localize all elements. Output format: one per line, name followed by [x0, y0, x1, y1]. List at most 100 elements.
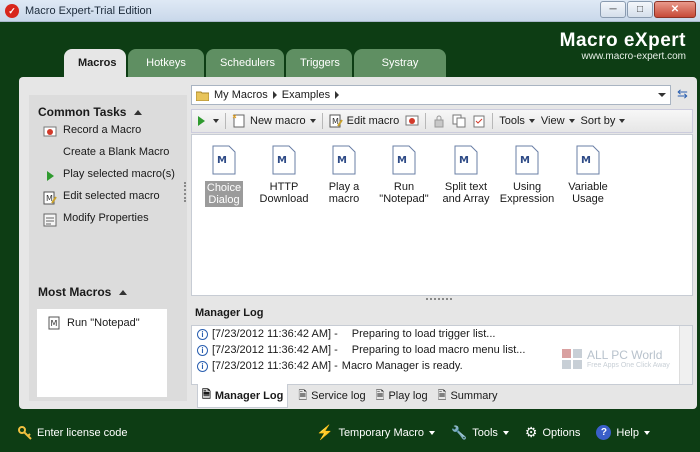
lightning-icon: ⚡ [316, 424, 334, 440]
svg-text:M: M [520, 155, 530, 166]
tab-schedulers[interactable]: Schedulers [206, 49, 284, 77]
chevron-down-icon [429, 430, 436, 435]
macro-label: Using Expression [499, 181, 555, 205]
options-button[interactable]: ⚙ Options [525, 424, 580, 441]
record-icon[interactable] [405, 114, 419, 128]
clipboard-icon[interactable] [472, 114, 486, 128]
breadcrumb[interactable]: My Macros Examples [191, 85, 671, 105]
bottom-bar: Enter license code ⚡ Temporary Macro 🔧 T… [0, 414, 700, 452]
log-message: Preparing to load macro menu list... [351, 344, 526, 356]
help-menu[interactable]: ? Help [596, 425, 650, 440]
tab-play-log[interactable]: 🗎 Play log [376, 387, 428, 406]
tab-triggers[interactable]: Triggers [286, 49, 352, 77]
macro-file-icon: M [332, 145, 356, 175]
common-tasks-header[interactable]: Common Tasks [29, 95, 187, 121]
tab-summary[interactable]: 🗎 Summary [438, 387, 498, 406]
log-message: Macro Manager is ready. [341, 360, 463, 372]
svg-text:M: M [337, 155, 347, 166]
tab-manager-log[interactable]: 🗎 Manager Log [197, 384, 289, 408]
task-modify-properties[interactable]: Modify Properties [29, 209, 187, 231]
macro-file-icon: M [48, 316, 60, 330]
log-message: Preparing to load trigger list... [351, 328, 496, 340]
task-label: Edit selected macro [63, 190, 160, 202]
tab-hotkeys[interactable]: Hotkeys [128, 49, 204, 77]
tab-systray-menu[interactable]: Systray Menu [354, 49, 446, 97]
edit-macro-icon: M [43, 191, 57, 205]
toolbar-divider [225, 113, 226, 129]
tab-service-log[interactable]: 🗎 Service log [298, 387, 365, 406]
macro-item-choice-dialog[interactable]: M Choice Dialog [194, 145, 254, 207]
copy-icon[interactable] [452, 114, 466, 128]
watermark-logo-icon [562, 348, 582, 369]
record-icon [43, 126, 57, 137]
log-tabs: 🗎 Manager Log 🗎 Service log 🗎 Play log 🗎… [191, 384, 693, 408]
macro-list: M Choice Dialog M HTTP Download M Play a ma… [191, 134, 693, 296]
minimize-button[interactable]: ─ [600, 1, 626, 18]
macro-item-using-expression[interactable]: M Using Expression [497, 145, 557, 205]
list-item[interactable]: M Run "Notepad" [37, 309, 167, 330]
view-menu[interactable]: View [541, 115, 575, 127]
toolbar: New macro M Edit macro Tools View Sort b… [191, 109, 693, 133]
bottom-tools-menu[interactable]: 🔧 Tools [451, 425, 509, 441]
edit-macro-button[interactable]: M Edit macro [329, 114, 400, 128]
document-icon: 🗎 [202, 389, 211, 401]
tools-menu[interactable]: Tools [499, 115, 535, 127]
address-dropdown-icon[interactable] [658, 93, 666, 97]
chevron-down-icon [502, 430, 509, 435]
temporary-macro-label: Temporary Macro [338, 426, 425, 439]
macro-item-split-text[interactable]: M Split text and Array [436, 145, 496, 205]
document-icon: 🗎 [298, 389, 308, 402]
chevron-down-icon [213, 119, 219, 123]
toolbar-divider [425, 113, 427, 129]
task-create-blank-macro[interactable]: Create a Blank Macro [29, 143, 187, 165]
svg-text:M: M [459, 155, 469, 166]
tab-macros[interactable]: Macros [64, 49, 126, 78]
log-timestamp: [7/23/2012 11:36:42 AM] - [212, 328, 338, 340]
content-panel: Common Tasks Record a Macro Create a Bla… [19, 77, 697, 409]
close-button[interactable]: ✕ [654, 1, 696, 18]
wrench-icon: 🔧 [451, 424, 468, 440]
document-icon: 🗎 [375, 389, 385, 402]
macro-item-http-download[interactable]: M HTTP Download [254, 145, 314, 205]
lock-icon[interactable] [432, 114, 446, 128]
most-macro-label: Run "Notepad" [67, 316, 140, 329]
most-macros-list: M Run "Notepad" [37, 309, 167, 397]
brand-url: www.macro-expert.com [581, 51, 686, 62]
app-icon: ✓ [5, 3, 19, 18]
edit-macro-label: Edit macro [346, 115, 400, 127]
play-button[interactable] [198, 116, 219, 126]
macro-file-icon: M [392, 145, 416, 175]
watermark-name: ALL PC World [587, 348, 663, 362]
breadcrumb-folder[interactable]: Examples [282, 89, 330, 101]
vertical-splitter[interactable] [184, 182, 186, 202]
log-scrollbar[interactable] [679, 326, 692, 384]
macro-item-variable-usage[interactable]: M Variable Usage [558, 145, 618, 205]
macro-item-run-notepad[interactable]: M Run "Notepad" [374, 145, 434, 205]
macro-label: Run "Notepad" [379, 181, 429, 205]
breadcrumb-root[interactable]: My Macros [214, 89, 268, 101]
macro-label: Play a macro [328, 181, 360, 205]
view-label: View [540, 115, 565, 127]
most-macros-title: Most Macros [38, 285, 112, 299]
maximize-button[interactable]: □ [627, 1, 653, 18]
license-label: Enter license code [37, 427, 128, 439]
tools-label: Tools [499, 115, 525, 127]
sort-by-menu[interactable]: Sort by [581, 115, 626, 127]
new-macro-button[interactable]: New macro [232, 114, 316, 128]
bottom-tools-label: Tools [472, 426, 498, 439]
play-icon [198, 116, 205, 126]
horizontal-splitter[interactable] [426, 298, 452, 300]
task-edit-selected[interactable]: M Edit selected macro [29, 187, 187, 209]
help-icon: ? [596, 425, 612, 440]
most-macros-header[interactable]: Most Macros [29, 275, 128, 301]
refresh-icon[interactable]: ⇆ [677, 87, 691, 101]
main-frame: Macro eXpert www.macro-expert.com Macros… [0, 22, 700, 452]
macro-item-play-a-macro[interactable]: M Play a macro [314, 145, 374, 205]
temporary-macro-menu[interactable]: ⚡ Temporary Macro [316, 424, 436, 441]
macro-file-icon: M [272, 145, 296, 175]
folder-icon [196, 91, 209, 101]
task-play-selected[interactable]: Play selected macro(s) [29, 165, 187, 187]
task-record-macro[interactable]: Record a Macro [29, 121, 187, 143]
new-macro-label: New macro [250, 115, 306, 127]
license-link[interactable]: Enter license code [18, 426, 128, 440]
